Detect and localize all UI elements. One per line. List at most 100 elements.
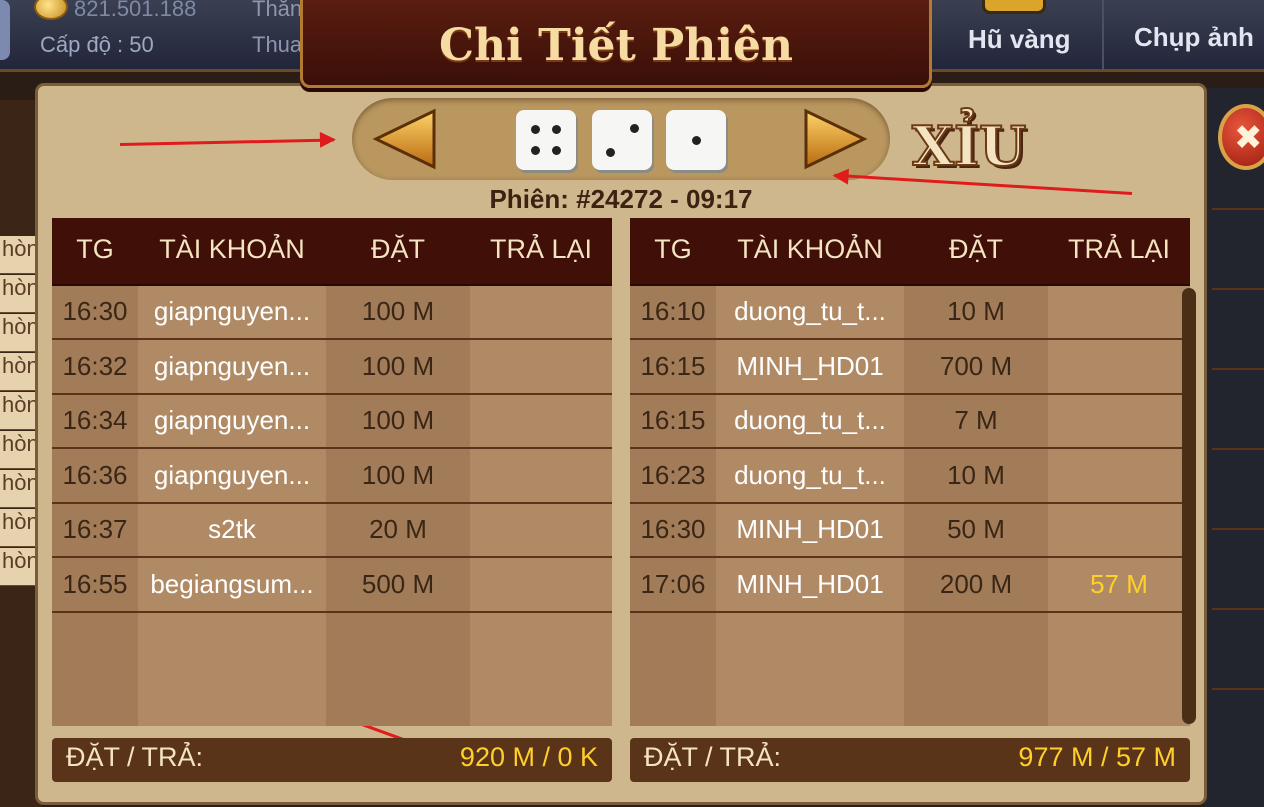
cell-time: 16:55: [62, 568, 128, 599]
totals-value: 977 M / 57 M: [1018, 742, 1176, 772]
cell-bet: 7 M: [954, 405, 998, 435]
background-list-item: hòng: [0, 236, 40, 274]
divider: [1212, 288, 1264, 290]
die-3: [666, 110, 726, 170]
cell-account: MINH_HD01: [736, 568, 884, 599]
cell-time: 16:15: [640, 405, 706, 435]
cell-account: duong_tu_t...: [734, 459, 886, 490]
divider: [1102, 0, 1104, 70]
losses-label: Thua: [252, 32, 303, 57]
cell-time: 16:15: [640, 350, 706, 381]
cell-account: MINH_HD01: [736, 350, 884, 381]
cell-account: giapnguyen...: [153, 296, 311, 326]
prev-session-button[interactable]: [370, 108, 440, 170]
cell-bet: 20 M: [369, 514, 427, 544]
cell-refund: 57 M: [1090, 568, 1148, 599]
table-row[interactable]: 16:30 MINH_HD01 50 M: [630, 504, 1190, 558]
divider: [1212, 448, 1264, 450]
die-pip: [552, 146, 561, 155]
table-row[interactable]: 16:23 duong_tu_t... 10 M: [630, 450, 1190, 504]
table-row[interactable]: 16:34 giapnguyen... 100 M: [52, 395, 612, 449]
triangle-right-icon: [804, 108, 868, 170]
die-pip: [606, 148, 615, 157]
die-pip: [531, 146, 540, 155]
session-label: Phiên: #24272 - 09:17: [489, 184, 753, 214]
player-level: Cấp độ : 50: [40, 32, 154, 57]
divider: [1212, 368, 1264, 370]
die-pip: [531, 125, 540, 134]
bets-table-right: TG TÀI KHOẢN ĐẶT TRẢ LẠI 16:10 duong_tu_t... 1…: [630, 218, 1190, 726]
cell-bet: 10 M: [947, 459, 1005, 490]
cell-bet: 10 M: [947, 296, 1005, 326]
table-row[interactable]: 16:15 duong_tu_t... 7 M: [630, 395, 1190, 449]
header-account: TÀI KHOẢN: [159, 234, 305, 264]
totals-bar-right: ĐẶT / TRẢ: 977 M / 57 M: [630, 738, 1190, 782]
background-list-item: hòng: [0, 470, 40, 508]
table-row[interactable]: 16:10 duong_tu_t... 10 M: [630, 286, 1190, 340]
background-list-item: hòng: [0, 275, 40, 313]
header-refund: TRẢ LẠI: [1067, 234, 1171, 264]
cell-account: duong_tu_t...: [734, 296, 886, 326]
cell-account: giapnguyen...: [153, 350, 311, 381]
totals-label: ĐẶT / TRẢ:: [66, 742, 204, 772]
die-pip: [552, 125, 561, 134]
table-row[interactable]: 16:36 giapnguyen... 100 M: [52, 450, 612, 504]
background-list-item: hòng: [0, 392, 40, 430]
header-bet: ĐẶT: [371, 234, 425, 264]
cell-account: s2tk: [208, 514, 256, 544]
divider: [1212, 688, 1264, 690]
cell-account: begiangsum...: [150, 568, 314, 599]
header-account: TÀI KHOẢN: [737, 234, 883, 264]
cell-bet: 100 M: [361, 350, 435, 381]
cell-time: 17:06: [640, 568, 706, 599]
header-refund: TRẢ LẠI: [489, 234, 593, 264]
cell-time: 16:30: [62, 296, 128, 326]
table-header: TG TÀI KHOẢN ĐẶT TRẢ LẠI: [52, 218, 612, 286]
cell-time: 16:36: [62, 459, 128, 490]
table-row[interactable]: 16:32 giapnguyen... 100 M: [52, 341, 612, 395]
totals-label: ĐẶT / TRẢ:: [644, 742, 782, 772]
page-title: Chi Tiết Phiên: [439, 20, 793, 71]
die-pip: [691, 135, 701, 145]
background-list-item: hòng: [0, 314, 40, 352]
next-session-button[interactable]: [800, 108, 870, 170]
title-plate: Chi Tiết Phiên: [300, 0, 932, 88]
cell-time: 16:34: [62, 405, 128, 435]
coin-icon: [34, 0, 68, 20]
die-pip: [630, 124, 639, 133]
cell-bet: 100 M: [361, 296, 435, 326]
table-header: TG TÀI KHOẢN ĐẶT TRẢ LẠI: [630, 218, 1190, 286]
header-time: TG: [654, 234, 692, 264]
header-time: TG: [76, 234, 114, 264]
scrollbar[interactable]: [1182, 288, 1196, 724]
totals-value: 920 M / 0 K: [459, 742, 598, 772]
table-row[interactable]: 17:06 MINH_HD01 200 M 57 M: [630, 559, 1190, 613]
background-list-item: hòng: [0, 548, 40, 586]
header-bet: ĐẶT: [949, 234, 1003, 264]
table-row[interactable]: 16:55 begiangsum... 500 M: [52, 559, 612, 613]
cell-account: MINH_HD01: [736, 514, 884, 544]
jackpot-icon: [982, 0, 1046, 14]
cell-bet: 500 M: [361, 568, 435, 599]
cell-bet: 700 M: [939, 350, 1013, 381]
table-row[interactable]: 16:30 giapnguyen... 100 M: [52, 286, 612, 340]
cell-time: 16:30: [640, 514, 706, 544]
cell-time: 16:32: [62, 350, 128, 381]
money-balance: 821.501.188: [74, 0, 197, 21]
table-row[interactable]: 16:37 s2tk 20 M: [52, 504, 612, 558]
cell-account: giapnguyen...: [153, 459, 311, 490]
close-icon: ✖: [1234, 118, 1263, 158]
cell-bet: 100 M: [361, 405, 435, 435]
result-label: XỈU: [911, 113, 1027, 179]
die-1: [516, 110, 576, 170]
table-row[interactable]: 16:15 MINH_HD01 700 M: [630, 341, 1190, 395]
die-2: [592, 110, 652, 170]
divider: [1212, 608, 1264, 610]
jackpot-button[interactable]: Hũ vàng: [968, 24, 1071, 55]
screenshot-button[interactable]: Chụp ảnh: [1134, 22, 1254, 53]
cell-time: 16:23: [640, 459, 706, 490]
avatar-edge: [0, 0, 10, 60]
cell-account: giapnguyen...: [153, 405, 311, 435]
totals-bar-left: ĐẶT / TRẢ: 920 M / 0 K: [52, 738, 612, 782]
divider: [1212, 528, 1264, 530]
